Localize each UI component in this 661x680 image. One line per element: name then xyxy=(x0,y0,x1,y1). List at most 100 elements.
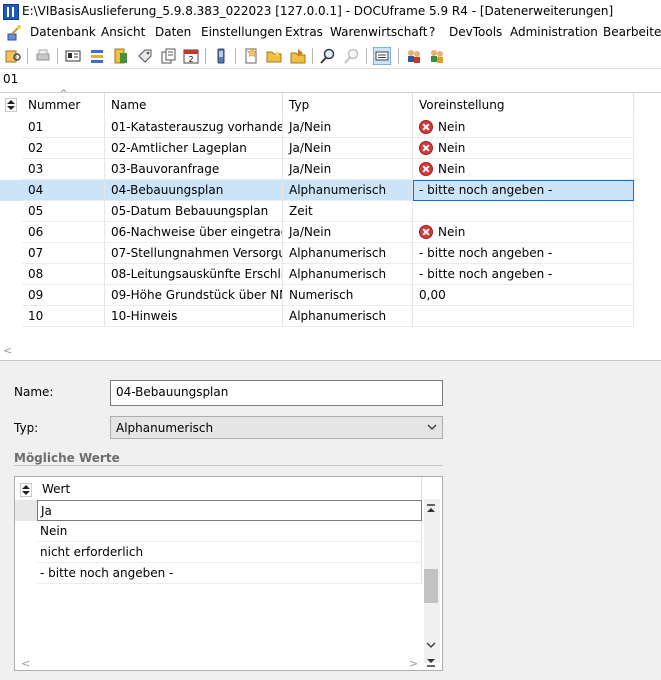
scroll-down-icon[interactable] xyxy=(426,641,436,649)
users-alt-icon[interactable] xyxy=(428,47,446,65)
documents-icon[interactable] xyxy=(160,47,178,65)
menu-einstellungen[interactable]: Einstellungen xyxy=(201,25,282,39)
grid-cell-num[interactable]: 09 xyxy=(22,285,105,306)
grid-cell-vor[interactable] xyxy=(413,201,634,222)
grid-cell-num[interactable]: 03 xyxy=(22,159,105,180)
scroll-bottom-icon[interactable] xyxy=(426,657,436,667)
grid-cell-text: 07 xyxy=(28,246,44,260)
grid-cell-name[interactable]: 06-Nachweise über eingetragene xyxy=(105,222,283,243)
menu-extras[interactable]: Extras xyxy=(285,25,323,39)
grid-cell-typ[interactable]: Alphanumerisch xyxy=(283,264,413,285)
grid-cell-text: Alphanumerisch xyxy=(289,267,387,281)
grid-cell-typ[interactable]: Ja/Nein xyxy=(283,159,413,180)
grid-cell-typ[interactable]: Ja/Nein xyxy=(283,222,413,243)
grid-cell-text: Nein xyxy=(438,141,466,155)
grid-cell-typ[interactable]: Alphanumerisch xyxy=(283,306,413,327)
values-sort-toggle-icon[interactable] xyxy=(20,483,32,497)
menu-warenwirtschaft[interactable]: Warenwirtschaft xyxy=(330,25,427,39)
users-icon[interactable] xyxy=(405,47,423,65)
menu-datenbank[interactable]: Datenbank xyxy=(30,25,96,39)
menu-devtools[interactable]: DevTools xyxy=(449,25,502,39)
grid-cell-num[interactable]: 07 xyxy=(22,243,105,264)
sort-asc-icon: ^ xyxy=(60,89,68,99)
grid-cell-num[interactable]: 06 xyxy=(22,222,105,243)
grid-cell-name[interactable]: 01-Katasterauszug vorhanden xyxy=(105,117,283,138)
menu-bearbeiten[interactable]: Bearbeiten xyxy=(603,25,661,39)
column-header-typ[interactable]: Typ xyxy=(283,93,413,116)
grid-cell-vor[interactable]: - bitte noch angeben - xyxy=(413,180,634,201)
grid-cell-text: 01-Katasterauszug vorhanden xyxy=(111,120,283,134)
grid-cell-num[interactable]: 01 xyxy=(22,117,105,138)
values-scroll-thumb[interactable] xyxy=(424,569,438,603)
scroll-left-icon[interactable]: < xyxy=(3,344,12,357)
menu-help[interactable]: ? xyxy=(429,25,435,39)
view-icon[interactable] xyxy=(373,47,391,65)
grid-cell-name[interactable]: 02-Amtlicher Lageplan xyxy=(105,138,283,159)
folder-icon[interactable] xyxy=(112,47,130,65)
grid-cell-name[interactable]: 05-Datum Bebauungsplan xyxy=(105,201,283,222)
grid-cell-vor[interactable] xyxy=(413,306,634,327)
values-scroll-left-icon[interactable]: < xyxy=(21,657,30,670)
menu-administration[interactable]: Administration xyxy=(510,25,598,39)
grid-cell-vor[interactable]: 0,00 xyxy=(413,285,634,306)
value-edit-cell[interactable]: Ja xyxy=(37,500,422,521)
grid-cell-typ[interactable]: Zeit xyxy=(283,201,413,222)
column-header-nummer[interactable]: Nummer ^ xyxy=(22,89,105,116)
grid-cell-typ[interactable]: Ja/Nein xyxy=(283,138,413,159)
grid-cell-num[interactable]: 08 xyxy=(22,264,105,285)
grid-cell-name[interactable]: 10-Hinweis xyxy=(105,306,283,327)
grid-cell-text: 03-Bauvoranfrage xyxy=(111,162,220,176)
menu-ansicht[interactable]: Ansicht xyxy=(101,25,145,39)
name-input[interactable]: 04-Bebauungsplan xyxy=(110,380,443,406)
menu-daten[interactable]: Daten xyxy=(155,25,191,39)
grid-cell-num[interactable]: 05 xyxy=(22,201,105,222)
export-icon[interactable] xyxy=(289,47,307,65)
open-folder-icon[interactable] xyxy=(265,47,283,65)
grid-cell-num[interactable]: 10 xyxy=(22,306,105,327)
grid-cell-vor[interactable]: Nein xyxy=(413,159,634,180)
scroll-top-icon[interactable] xyxy=(426,504,436,514)
grid-cell-name[interactable]: 08-Leitungsauskünfte Erschließu xyxy=(105,264,283,285)
grid-cell-typ[interactable]: Numerisch xyxy=(283,285,413,306)
grid-cell-name[interactable]: 07-Stellungnahmen Versorgungs xyxy=(105,243,283,264)
group-mogliche-werte: Mögliche Werte xyxy=(14,451,120,465)
column-header-wert[interactable]: Wert xyxy=(37,477,422,499)
database-wand-icon[interactable] xyxy=(6,25,22,41)
grid-cell-name[interactable]: 09-Höhe Grundstück über NN xyxy=(105,285,283,306)
grid-cell-typ[interactable]: Ja/Nein xyxy=(283,117,413,138)
values-scroll-right-icon[interactable]: > xyxy=(409,657,418,670)
grid-cell-name[interactable]: 03-Bauvoranfrage xyxy=(105,159,283,180)
grid-cell-text: 03 xyxy=(28,162,44,176)
calendar-icon[interactable]: 2 xyxy=(182,47,200,65)
grid-cell-num[interactable]: 04 xyxy=(22,180,105,201)
new-document-icon[interactable] xyxy=(242,47,260,65)
grid-cell-vor[interactable]: Nein xyxy=(413,138,634,159)
grid-cell-typ[interactable]: Alphanumerisch xyxy=(283,243,413,264)
grid-cell-vor[interactable]: Nein xyxy=(413,117,634,138)
grid-cell-text: 10 xyxy=(28,309,44,323)
column-header-name[interactable]: Name xyxy=(105,93,283,116)
svg-text:2: 2 xyxy=(188,55,193,64)
grid-cell-vor[interactable]: - bitte noch angeben - xyxy=(413,243,634,264)
search-icon[interactable] xyxy=(319,47,337,65)
typ-select[interactable]: Alphanumerisch xyxy=(110,416,443,439)
grid-cell-typ[interactable]: Alphanumerisch xyxy=(283,180,413,201)
list-icon[interactable] xyxy=(88,47,106,65)
value-row[interactable]: Nein xyxy=(37,521,422,542)
grid-cell-name[interactable]: 04-Bebauungsplan xyxy=(105,180,283,201)
window-title: E:\VIBasisAuslieferung_5.9.8.383_022023 … xyxy=(22,4,614,18)
grid-cell-vor[interactable]: - bitte noch angeben - xyxy=(413,264,634,285)
sort-toggle-icon[interactable] xyxy=(5,98,17,112)
grid-cell-num[interactable]: 02 xyxy=(22,138,105,159)
print-icon[interactable] xyxy=(34,47,52,65)
phone-icon[interactable] xyxy=(212,47,230,65)
grid-cell-text: 04-Bebauungsplan xyxy=(111,183,224,197)
value-row[interactable]: nicht erforderlich xyxy=(37,542,422,563)
value-row[interactable]: - bitte noch angeben - xyxy=(37,563,422,584)
grid-cell-vor[interactable]: Nein xyxy=(413,222,634,243)
column-header-voreinstellung[interactable]: Voreinstellung xyxy=(413,93,634,116)
user-search-icon[interactable] xyxy=(5,47,23,65)
card-icon[interactable] xyxy=(64,47,82,65)
tags-icon[interactable] xyxy=(136,47,154,65)
search-disabled-icon[interactable] xyxy=(343,47,361,65)
